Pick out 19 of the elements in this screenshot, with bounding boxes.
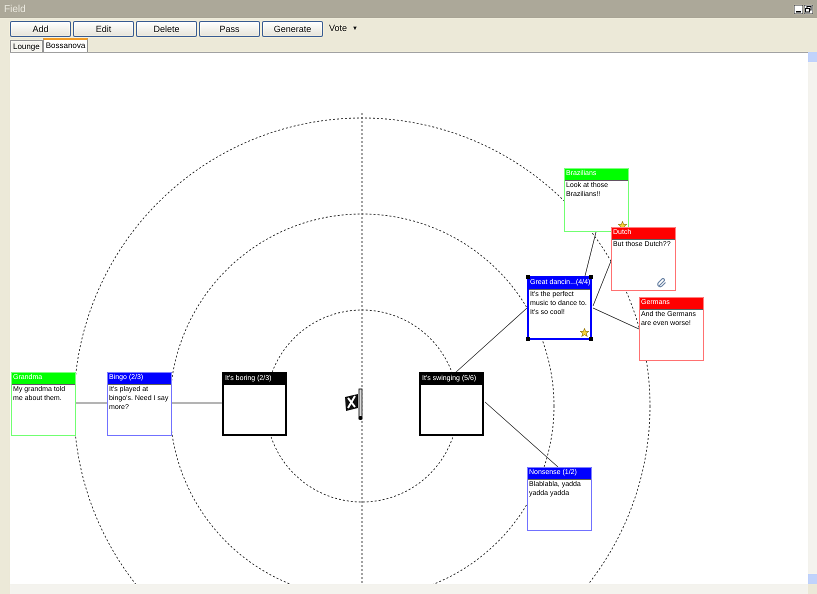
toolbar-button[interactable]: Pass	[199, 21, 260, 37]
toolbar-button[interactable]: Edit	[73, 21, 134, 37]
tab[interactable]: Bossanova	[42, 38, 88, 52]
tab[interactable]: Lounge	[10, 40, 43, 52]
resize-handle[interactable]	[526, 275, 530, 279]
restore-icon[interactable]	[804, 4, 813, 14]
paperclip-icon[interactable]	[657, 278, 667, 288]
vertical-scrollbar[interactable]	[808, 52, 817, 584]
connector-line	[172, 402, 222, 404]
connector-line	[76, 402, 108, 404]
toolbar-button[interactable]: Delete	[136, 21, 197, 37]
minimize-icon[interactable]	[794, 4, 803, 14]
toolbar-button[interactable]: Add	[10, 21, 71, 37]
resize-handle[interactable]	[589, 337, 593, 341]
resize-handle[interactable]	[526, 337, 530, 341]
window-title: Field	[4, 2, 26, 16]
toolbar-button[interactable]: Generate	[262, 21, 323, 37]
resize-handle[interactable]	[589, 275, 593, 279]
horizontal-scrollbar[interactable]	[10, 584, 808, 594]
